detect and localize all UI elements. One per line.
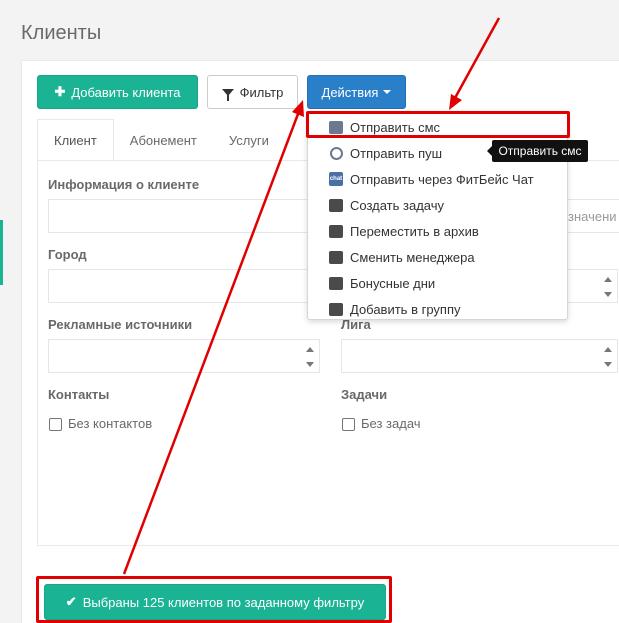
- client-info-label: Информация о клиенте: [48, 177, 200, 192]
- select-spinner-icon: [604, 347, 612, 367]
- sms-icon: [328, 119, 344, 135]
- no-contacts-checkbox[interactable]: [49, 418, 62, 431]
- tab-label: Услуги: [228, 132, 269, 148]
- select-spinner-icon: [306, 347, 314, 367]
- menu-item-send-sms[interactable]: Отправить смс: [308, 114, 567, 140]
- menu-item-label: Добавить в группу: [350, 301, 461, 317]
- tab-label: Абонемент: [129, 132, 197, 148]
- menu-item-create-task[interactable]: Создать задачу: [308, 192, 567, 218]
- menu-item-label: Сменить менеджера: [350, 249, 475, 265]
- city-label: Город: [48, 247, 87, 262]
- tab-label: Клиент: [54, 133, 97, 148]
- select-spinner-icon: [604, 277, 612, 297]
- ad-sources-label: Рекламные источники: [48, 317, 193, 332]
- right-field-placeholder: значени: [568, 209, 617, 224]
- no-tasks-text: Без задач: [361, 416, 421, 431]
- ad-sources-select[interactable]: [48, 339, 320, 373]
- manager-icon: [328, 249, 344, 265]
- client-info-input[interactable]: [48, 199, 310, 233]
- tab-client[interactable]: Клиент: [37, 119, 114, 161]
- menu-item-archive[interactable]: Переместить в архив: [308, 218, 567, 244]
- right-select[interactable]: [566, 269, 618, 303]
- folder-add-icon: [328, 301, 344, 317]
- no-tasks-checkbox[interactable]: [342, 418, 355, 431]
- menu-item-label: Переместить в архив: [350, 223, 479, 239]
- filter-tabs: Клиент Абонемент Услуги: [37, 119, 285, 161]
- actions-dropdown-button[interactable]: Действия: [307, 75, 406, 109]
- page-title: Клиенты: [21, 22, 102, 44]
- tab-subscription[interactable]: Абонемент: [114, 119, 213, 161]
- menu-item-bonus-days[interactable]: Бонусные дни: [308, 270, 567, 296]
- selected-clients-button[interactable]: ✔ Выбраны 125 клиентов по заданному филь…: [44, 584, 386, 620]
- menu-item-label: Бонусные дни: [350, 275, 436, 291]
- task-icon: [328, 197, 344, 213]
- contacts-label: Контакты: [48, 387, 110, 402]
- plus-icon: ✚: [54, 84, 66, 99]
- chat-icon: chat: [328, 171, 344, 187]
- check-icon: ✔: [65, 594, 77, 609]
- right-field-input[interactable]: значени: [566, 199, 619, 233]
- menu-item-change-manager[interactable]: Сменить менеджера: [308, 244, 567, 270]
- actions-label: Действия: [321, 84, 379, 100]
- filter-label: Фильтр: [239, 84, 284, 100]
- selected-clients-label: Выбраны 125 клиентов по заданному фильтр…: [82, 594, 365, 610]
- filter-button[interactable]: Фильтр: [207, 75, 298, 109]
- league-select[interactable]: [341, 339, 618, 373]
- menu-item-send-chat[interactable]: chat Отправить через ФитБейс Чат: [308, 166, 567, 192]
- menu-item-label: Отправить через ФитБейс Чат: [350, 171, 534, 187]
- menu-item-add-to-group[interactable]: Добавить в группу: [308, 296, 567, 322]
- sms-tooltip: Отправить смс: [487, 140, 588, 162]
- menu-item-label: Создать задачу: [350, 197, 445, 213]
- tasks-label: Задачи: [341, 387, 388, 402]
- no-contacts-text: Без контактов: [68, 416, 153, 431]
- menu-item-label: Отправить смс: [350, 119, 441, 135]
- funnel-icon: [221, 88, 234, 101]
- caret-down-icon: [383, 90, 392, 94]
- sidebar-accent: [0, 220, 3, 285]
- tab-services[interactable]: Услуги: [213, 119, 285, 161]
- menu-item-label: Отправить пуш: [350, 145, 443, 161]
- add-client-label: Добавить клиента: [71, 84, 181, 100]
- calendar-icon: [328, 275, 344, 291]
- city-select[interactable]: [48, 269, 310, 303]
- archive-icon: [328, 223, 344, 239]
- push-icon: [328, 145, 344, 161]
- add-client-button[interactable]: ✚ Добавить клиента: [37, 75, 198, 109]
